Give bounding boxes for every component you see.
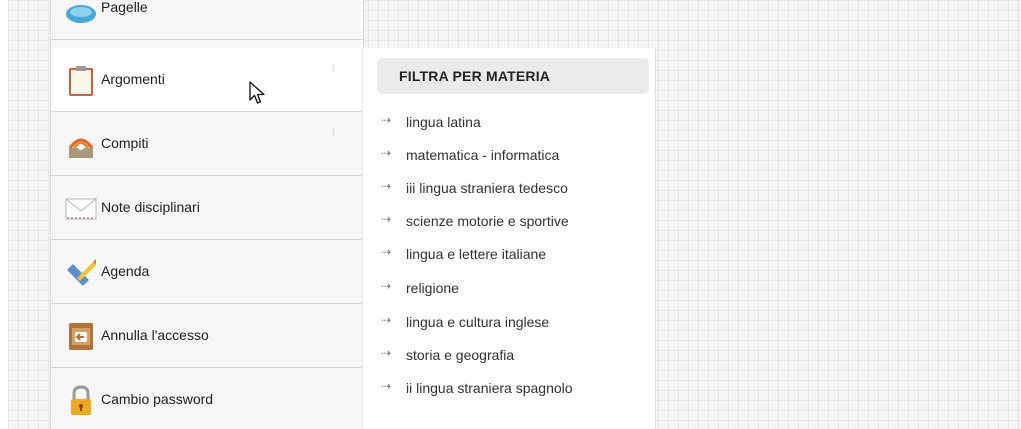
arrow-right-icon: ⇢ [381,146,392,160]
lock-icon [65,384,97,416]
menu-item-agenda[interactable]: Agenda [51,240,363,304]
subject-link[interactable]: ⇢ religione [381,275,641,301]
pencil-ruler-icon [65,256,97,288]
subject-label: scienze motorie e sportive [406,213,569,229]
menu-item-annulla-accesso[interactable]: Annulla l'accesso [51,304,363,368]
arrow-right-icon: ⇢ [381,212,392,226]
sidebar-menu: Pagelle ⁞ Argomenti ⁞ [50,0,371,429]
subject-link[interactable]: ⇢ matematica - informatica [381,142,641,168]
arrow-right-icon: ⇢ [381,313,392,327]
subject-label: lingua e cultura inglese [406,314,550,330]
menu-item-note-disciplinari[interactable]: Note disciplinari [51,176,363,240]
subject-link[interactable]: ⇢ lingua e cultura inglese [381,309,641,335]
submenu-filtra-per-materia: FILTRA PER MATERIA ⇢ lingua latina ⇢ mat… [362,48,656,429]
subject-link[interactable]: ⇢ iii lingua straniera tedesco [381,175,641,201]
subject-label: matematica - informatica [406,147,560,163]
subject-label: lingua e lettere italiane [406,246,547,262]
page-canvas: Pagelle ⁞ Argomenti ⁞ [0,0,1021,429]
subject-label: ii lingua straniera spagnolo [406,380,573,396]
homework-icon [65,128,97,160]
subject-label: iii lingua straniera tedesco [406,180,568,196]
arrow-right-icon: ⇢ [381,379,392,393]
menu-item-label: Agenda [101,263,150,279]
arrow-right-icon: ⇢ [381,113,392,127]
arrow-right-icon: ⇢ [381,179,392,193]
menu-item-label: Argomenti [101,71,165,87]
report-card-icon [65,0,97,24]
menu-item-cambio-password[interactable]: Cambio password [51,368,363,429]
submenu-title: FILTRA PER MATERIA [399,68,551,84]
submenu-arrow-icon: ⁞ [332,127,335,137]
menu-item-pagelle[interactable]: Pagelle ⁞ [51,0,363,40]
envelope-icon [65,192,97,224]
submenu-arrow-icon: ⁞ [332,63,335,73]
submenu-header: FILTRA PER MATERIA [377,58,649,94]
arrow-right-icon: ⇢ [381,346,392,360]
menu-item-compiti[interactable]: Compiti ⁞ [51,112,363,176]
arrow-right-icon: ⇢ [381,279,392,293]
subject-link[interactable]: ⇢ lingua e lettere italiane [381,241,641,267]
subject-label: religione [406,280,459,296]
subject-link[interactable]: ⇢ scienze motorie e sportive [381,208,641,234]
menu-item-label: Cambio password [101,391,214,407]
subject-link[interactable]: ⇢ ii lingua straniera spagnolo [381,375,641,401]
menu-item-label: Pagelle [101,0,148,15]
menu-item-label: Compiti [101,135,149,151]
subject-label: lingua latina [406,114,481,130]
subject-link[interactable]: ⇢ storia e geografia [381,342,641,368]
subject-link[interactable]: ⇢ lingua latina [381,109,641,135]
menu-item-argomenti[interactable]: Argomenti ⁞ [51,48,371,112]
clipboard-icon [65,64,97,96]
logout-icon [65,320,97,352]
mouse-cursor-icon [249,81,265,104]
menu-item-label: Note disciplinari [101,199,200,215]
menu-item-label: Annulla l'accesso [101,327,209,343]
subject-label: storia e geografia [406,347,515,363]
arrow-right-icon: ⇢ [381,245,392,259]
